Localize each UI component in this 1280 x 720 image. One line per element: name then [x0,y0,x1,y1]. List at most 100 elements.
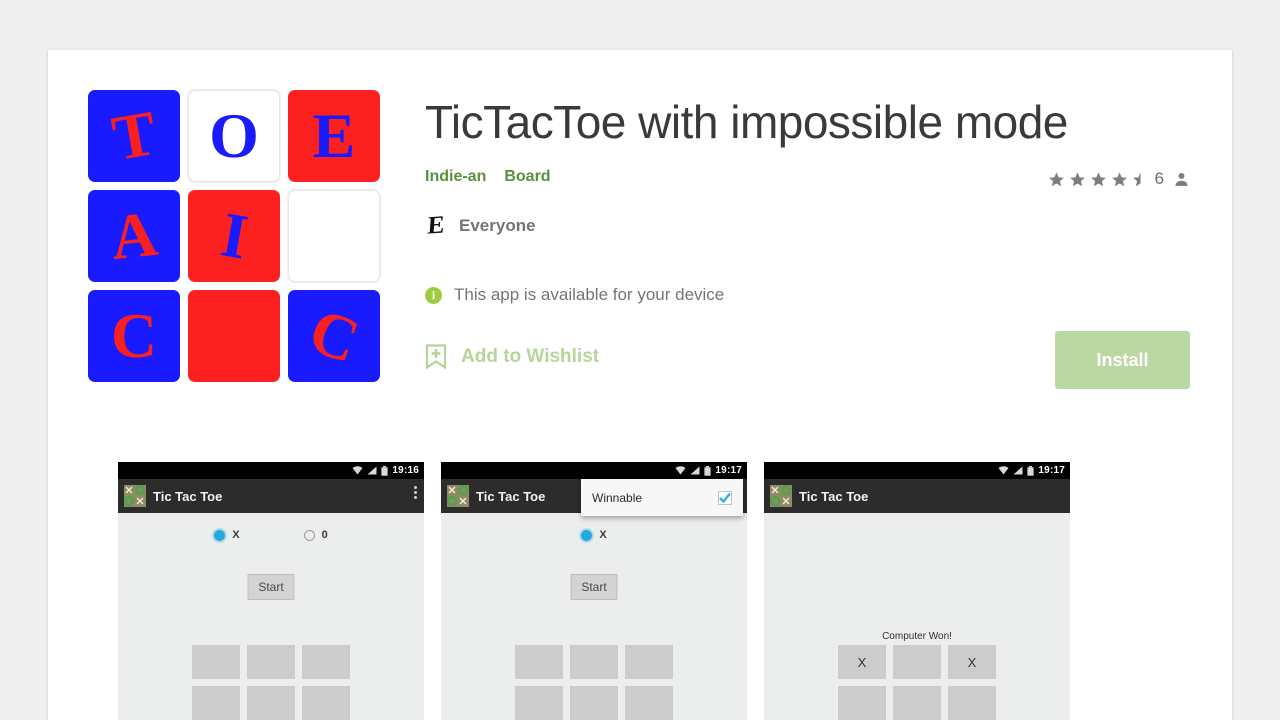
icon-tile [288,190,380,282]
screenshot-thumbnail[interactable]: 19:16 Tic Tac Toe X 0 Start [118,462,424,720]
star-icon [1111,171,1127,186]
board-cell[interactable] [948,686,996,720]
battery-icon [381,465,389,476]
rating-block[interactable]: 6 [1048,169,1190,189]
board-cell[interactable] [247,686,295,720]
add-to-wishlist-button[interactable]: Add to Wishlist [425,344,599,370]
board-cell[interactable] [570,645,618,679]
icon-tile: I [188,190,280,282]
app-header: T O E A I C C TicTacToe with impossible … [48,50,1232,400]
esrb-icon: E [426,211,446,240]
rating-count: 6 [1154,169,1164,188]
player-symbol-radio-group: X [441,529,747,541]
radio-x[interactable]: X [214,529,240,541]
menu-item-winnable[interactable]: Winnable [581,479,743,516]
board-cell[interactable] [302,645,350,679]
status-time: 19:16 [392,465,419,476]
info-icon: i [425,286,442,304]
android-app-title: Tic Tac Toe [153,488,223,504]
person-icon [1175,172,1188,186]
status-time: 19:17 [715,465,742,476]
game-board[interactable] [192,645,350,720]
star-icon [1090,171,1106,186]
radio-dot [303,529,315,541]
category-link[interactable]: Board [504,168,550,186]
app-detail-card: T O E A I C C TicTacToe with impossible … [48,50,1232,720]
board-cell[interactable] [302,686,350,720]
board-cell[interactable] [838,686,886,720]
status-time: 19:17 [1038,465,1065,476]
icon-tile: O [188,90,280,182]
star-icon [1069,171,1085,186]
content-rating: E Everyone [425,211,536,240]
board-cell[interactable] [515,645,563,679]
screenshot-gallery[interactable]: 19:16 Tic Tac Toe X 0 Start 19:17 Tic Ta… [118,462,1070,720]
icon-tile: C [288,290,380,382]
screenshot-thumbnail[interactable]: 19:17 Tic Tac Toe Computer Won! X X [764,462,1070,720]
wifi-icon [352,466,363,475]
radio-x[interactable]: X [581,529,607,541]
developer-category-links: Indie-an Board [425,168,551,186]
icon-tile: A [88,190,180,282]
android-status-bar: 19:17 [441,462,747,479]
page-title: TicTacToe with impossible mode [425,96,1068,148]
app-launcher-icon [124,485,146,507]
radio-dot [581,529,593,541]
game-board[interactable]: X X [838,645,996,720]
app-launcher-icon [447,485,469,507]
install-button[interactable]: Install [1055,331,1190,389]
board-cell[interactable] [625,645,673,679]
star-rating [1048,171,1149,188]
player-symbol-radio-group: X 0 [118,529,424,541]
radio-x-label: X [232,529,240,541]
icon-tile: E [288,90,380,182]
play-store-page: T O E A I C C TicTacToe with impossible … [0,0,1280,720]
board-cell[interactable] [625,686,673,720]
star-icon [1048,171,1064,186]
board-cell[interactable] [515,686,563,720]
overflow-dropdown-menu[interactable]: Winnable [581,479,743,516]
board-cell[interactable]: X [838,645,886,679]
signal-icon [1013,466,1023,475]
android-body: Computer Won! X X [764,513,1070,720]
signal-icon [367,466,377,475]
app-icon: T O E A I C C [88,90,384,386]
overflow-menu-icon[interactable] [414,486,417,499]
android-body: X 0 Start [118,513,424,720]
radio-x-label: X [599,529,607,541]
availability-row: i This app is available for your device [425,285,724,305]
radio-o-label: 0 [321,529,328,541]
android-action-bar: Tic Tac Toe [118,479,424,513]
icon-tile: T [88,90,180,182]
half-star-icon [1132,171,1141,186]
android-status-bar: 19:16 [118,462,424,479]
battery-icon [704,465,712,476]
icon-tile: C [88,290,180,382]
board-cell[interactable] [893,686,941,720]
start-button[interactable]: Start [247,574,295,600]
game-board[interactable] [515,645,673,720]
developer-link[interactable]: Indie-an [425,168,486,186]
android-action-bar: Tic Tac Toe [764,479,1070,513]
board-cell[interactable] [893,645,941,679]
screenshot-thumbnail[interactable]: 19:17 Tic Tac Toe Winnable X Start [441,462,747,720]
board-cell[interactable] [247,645,295,679]
wishlist-label: Add to Wishlist [461,346,600,367]
board-cell[interactable] [192,645,240,679]
check-icon [719,492,731,503]
icon-tile [188,290,280,382]
board-cell[interactable]: X [948,645,996,679]
radio-dot [214,529,226,541]
start-button[interactable]: Start [570,574,618,600]
app-launcher-icon [770,485,792,507]
wifi-icon [675,466,686,475]
result-message: Computer Won! [882,631,952,642]
android-app-title: Tic Tac Toe [476,488,546,504]
board-cell[interactable] [570,686,618,720]
board-cell[interactable] [192,686,240,720]
bookmark-plus-icon [425,344,447,370]
winnable-checkbox[interactable] [718,490,732,505]
radio-o[interactable]: 0 [303,529,328,541]
availability-label: This app is available for your device [454,285,725,304]
android-status-bar: 19:17 [764,462,1070,479]
